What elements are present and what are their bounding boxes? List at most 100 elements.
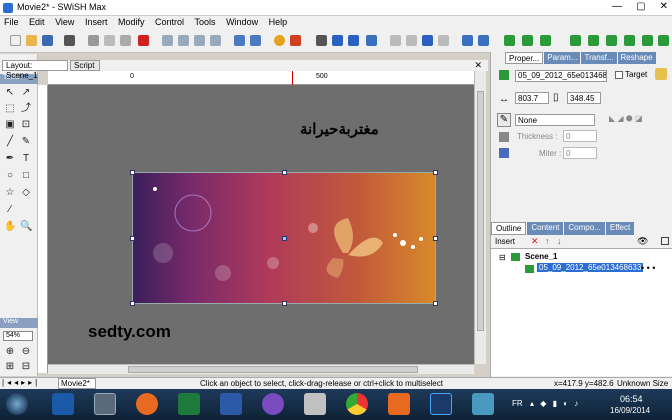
outline-delete-icon[interactable]: ✕ <box>531 236 539 247</box>
handle-t[interactable] <box>282 170 287 175</box>
zoom-in-icon[interactable]: ⊕ <box>4 346 16 358</box>
pencil-tool-icon[interactable]: ✎ <box>20 136 32 148</box>
tray-icons[interactable]: ▴ ◆ ▮ ◐ ♪ <box>530 399 580 408</box>
maximize-button[interactable]: ▢ <box>636 1 645 12</box>
ellipse-tool-icon[interactable]: ○ <box>4 170 16 182</box>
loop-icon[interactable] <box>478 35 489 46</box>
subselect-tool-icon[interactable]: ↗ <box>20 87 32 99</box>
vertical-scroll-thumb[interactable] <box>477 91 484 331</box>
stop-icon[interactable] <box>316 35 327 46</box>
menu-view[interactable]: View <box>51 16 78 28</box>
word-icon[interactable] <box>220 393 242 415</box>
menu-tools[interactable]: Tools <box>191 16 220 28</box>
explorer-icon[interactable] <box>304 393 326 415</box>
delete-icon[interactable] <box>138 35 149 46</box>
preview-icon[interactable] <box>366 35 377 46</box>
menu-window[interactable]: Window <box>222 16 262 28</box>
tab-parameters[interactable]: Param... <box>544 52 581 64</box>
panel-toggle-7-icon[interactable] <box>624 35 635 46</box>
help-icon[interactable] <box>274 35 285 46</box>
motion-path-icon[interactable]: ⤴ <box>20 103 32 115</box>
horizontal-scroll-thumb[interactable] <box>128 366 418 373</box>
fill-transform-icon[interactable]: ▣ <box>4 119 16 131</box>
panel-toggle-8-icon[interactable] <box>642 35 653 46</box>
target-checkbox[interactable] <box>615 71 623 79</box>
tab-properties[interactable]: Proper... <box>505 52 544 64</box>
send-back-icon[interactable] <box>210 35 221 46</box>
move-up-icon[interactable] <box>162 35 173 46</box>
handle-b[interactable] <box>282 301 287 306</box>
swish-taskbar-icon[interactable] <box>94 393 116 415</box>
vertical-scrollbar[interactable] <box>474 71 486 364</box>
fill-bucket-icon[interactable] <box>499 148 509 158</box>
handle-br[interactable] <box>433 301 438 306</box>
next-frame-icon[interactable] <box>422 35 433 46</box>
rectangle-tool-icon[interactable]: □ <box>20 170 32 182</box>
outline-down-icon[interactable]: ↓ <box>557 236 562 246</box>
open-folder-icon[interactable] <box>26 35 37 46</box>
play-icon[interactable] <box>332 35 343 46</box>
miter-field[interactable]: 0 <box>563 147 597 159</box>
thickness-field[interactable]: 0 <box>563 130 597 142</box>
handle-tl[interactable] <box>130 170 135 175</box>
horizontal-scrollbar[interactable] <box>48 364 474 374</box>
pen-tool-icon[interactable]: ✒ <box>4 153 16 165</box>
outline-lock-icon[interactable] <box>661 237 669 245</box>
viber-icon[interactable] <box>262 393 284 415</box>
scene-item[interactable]: Scene_1 <box>525 252 557 261</box>
menu-modify[interactable]: Modify <box>114 16 149 28</box>
star-tool-icon[interactable]: ☆ <box>4 187 16 199</box>
other-app-icon[interactable] <box>472 393 494 415</box>
hand-tool-icon[interactable]: ✋ <box>4 221 16 233</box>
text-tool-icon[interactable]: T <box>20 153 32 165</box>
panel-toggle-9-icon[interactable] <box>658 35 669 46</box>
new-file-icon[interactable] <box>10 35 21 46</box>
tab-reshape[interactable]: Reshape <box>617 52 656 64</box>
handle-r[interactable] <box>433 236 438 241</box>
tab-outline[interactable]: Outline <box>491 222 527 235</box>
arabic-text[interactable]: مغتربةحيرانة <box>300 120 379 138</box>
doc-nav-arrows[interactable]: |◂◂▸▸| <box>2 378 40 387</box>
menu-file[interactable]: File <box>0 16 23 28</box>
line-color-icon[interactable] <box>499 132 509 142</box>
zoom-out-icon[interactable]: ⊖ <box>20 346 32 358</box>
visibility-icon[interactable]: 👁 <box>637 236 648 247</box>
object-name-field[interactable]: 05_09_2012_65e013468... <box>515 70 607 82</box>
reshape-icon[interactable]: ⊡ <box>20 119 32 131</box>
paste-icon[interactable] <box>120 35 131 46</box>
copy-icon[interactable] <box>104 35 115 46</box>
last-frame-icon[interactable] <box>438 35 449 46</box>
height-field[interactable]: 348.45 <box>567 92 601 104</box>
handle-tr[interactable] <box>433 170 438 175</box>
handle-center[interactable] <box>282 236 287 241</box>
chrome-icon[interactable] <box>346 393 368 415</box>
panel-toggle-icon[interactable] <box>504 35 515 46</box>
bring-front-icon[interactable] <box>194 35 205 46</box>
cache-icon[interactable] <box>655 68 667 80</box>
actual-size-icon[interactable]: ⊟ <box>20 361 32 373</box>
tab-layout[interactable]: Layout: Scene_1 <box>2 60 68 80</box>
handle-l[interactable] <box>130 236 135 241</box>
menu-control[interactable]: Control <box>151 16 188 28</box>
firefox-icon[interactable] <box>136 393 158 415</box>
width-field[interactable]: 803.7 <box>515 92 549 104</box>
zoom-tool-icon[interactable]: 🔍 <box>20 221 32 233</box>
doc-tab-movie2[interactable]: Movie2* <box>58 378 96 389</box>
close-button[interactable]: ✕ <box>660 1 668 12</box>
excel-icon[interactable] <box>178 393 200 415</box>
save-icon[interactable] <box>42 35 53 46</box>
minimize-button[interactable]: — <box>612 1 622 12</box>
panel-toggle-6-icon[interactable] <box>606 35 617 46</box>
tab-components[interactable]: Compo... <box>564 222 605 235</box>
tab-transform[interactable]: Transf... <box>581 52 617 64</box>
stage-close-icon[interactable]: ✕ <box>474 60 482 71</box>
menu-insert[interactable]: Insert <box>81 16 112 28</box>
insert-menu[interactable]: Insert <box>495 237 515 246</box>
language-indicator[interactable]: FR <box>512 399 523 408</box>
stop-record-icon[interactable] <box>290 35 301 46</box>
image-item-selected[interactable]: 05_09_2012_65e013468633 <box>537 263 644 272</box>
zoom-select[interactable]: 54% <box>3 331 33 341</box>
tab-content[interactable]: Content <box>527 222 564 235</box>
panel-toggle-5-icon[interactable] <box>588 35 599 46</box>
panel-toggle-2-icon[interactable] <box>522 35 533 46</box>
